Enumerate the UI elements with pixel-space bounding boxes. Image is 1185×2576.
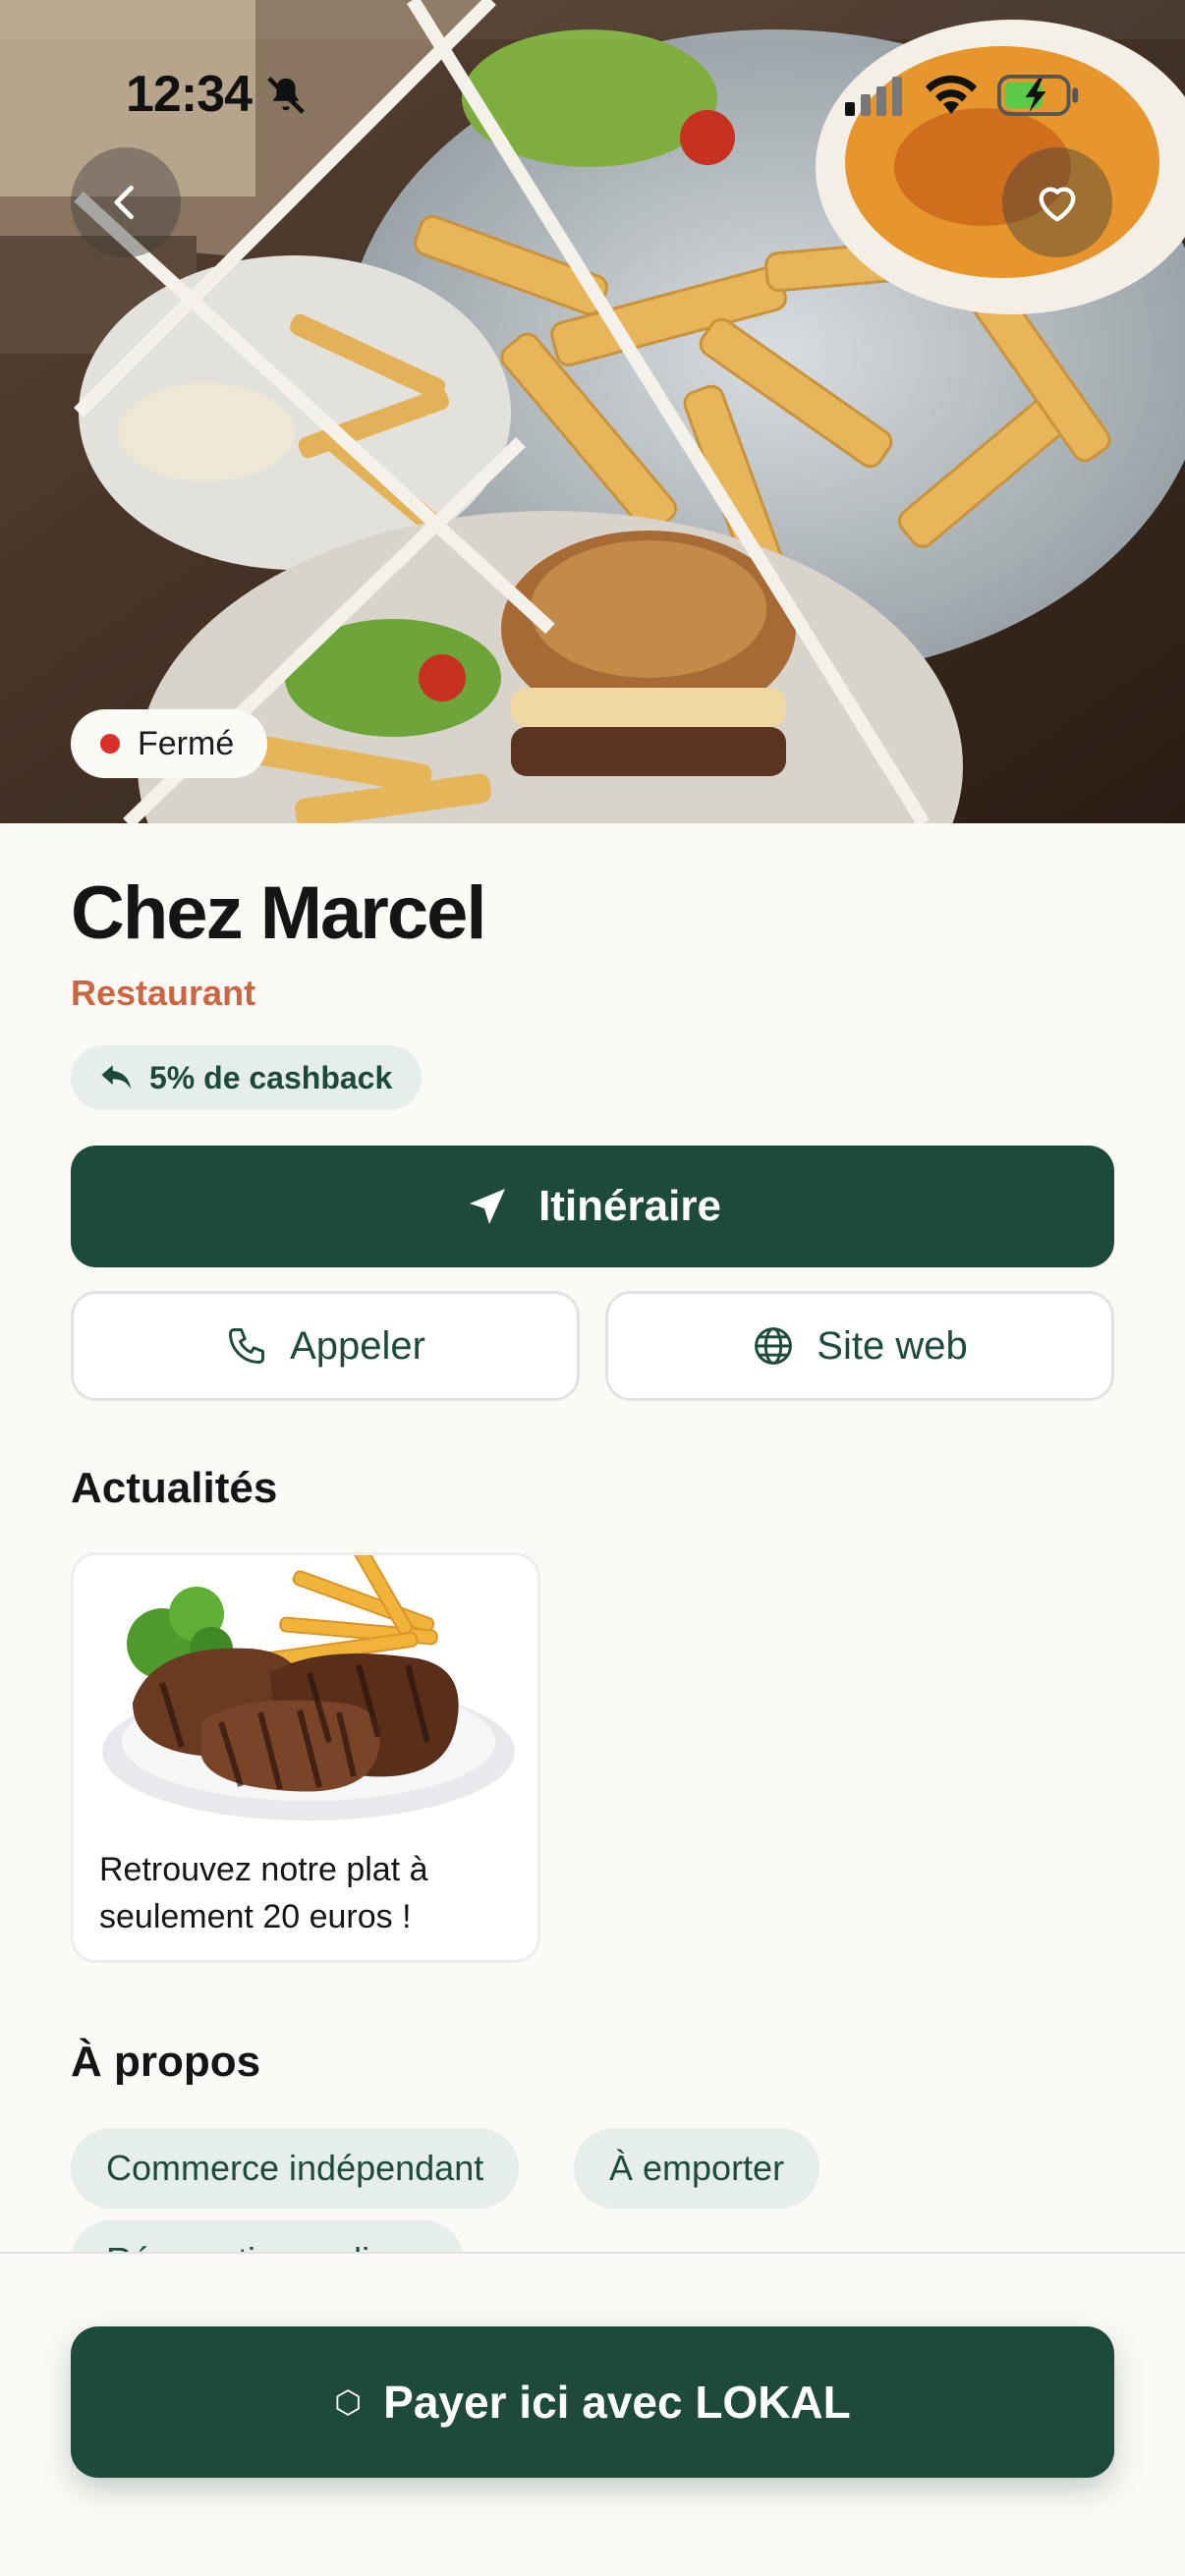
pay-label: Payer ici avec LOKAL xyxy=(383,2377,851,2428)
open-status-badge: Fermé xyxy=(71,709,268,778)
place-category: Restaurant xyxy=(71,973,256,1013)
directions-label: Itinéraire xyxy=(538,1182,721,1230)
pay-button[interactable]: ⬡ Payer ici avec LOKAL xyxy=(71,2326,1114,2478)
directions-button[interactable]: Itinéraire xyxy=(71,1146,1114,1267)
bell-slash-icon xyxy=(267,77,305,114)
about-section-title: À propos xyxy=(71,2038,261,2086)
news-card[interactable]: Retrouvez notre plat à seulement 20 euro… xyxy=(71,1552,540,1963)
signal-icon xyxy=(845,77,902,116)
globe-icon xyxy=(755,1327,793,1365)
reply-arrow-icon xyxy=(101,1065,132,1090)
status-time: 12:34 xyxy=(126,66,253,123)
news-item-text: Retrouvez notre plat à seulement 20 euro… xyxy=(99,1851,428,1935)
screen: 12:34 Fermé Chez Marcel Restaurant 5% de… xyxy=(0,0,1185,2576)
back-button[interactable] xyxy=(71,147,181,257)
tag-independent-business: Commerce indépendant xyxy=(71,2128,520,2209)
lokal-logo-icon: ⬡ xyxy=(334,2384,363,2420)
heart-icon xyxy=(1039,187,1076,222)
status-bar: 12:34 xyxy=(0,0,1185,196)
tag-takeaway: À emporter xyxy=(574,2128,820,2209)
phone-icon xyxy=(229,1328,265,1364)
cashback-badge: 5% de cashback xyxy=(71,1045,423,1110)
chevron-left-icon xyxy=(114,185,134,220)
hero-image: 12:34 Fermé xyxy=(0,0,1185,823)
closed-dot xyxy=(100,734,120,754)
place-name: Chez Marcel xyxy=(71,871,486,955)
website-label: Site web xyxy=(817,1323,968,1368)
bottom-action-bar: ⬡ Payer ici avec LOKAL xyxy=(0,2252,1185,2576)
call-label: Appeler xyxy=(290,1323,425,1368)
news-section-title: Actualités xyxy=(71,1464,278,1512)
steak-fries-image xyxy=(93,1555,524,1826)
open-status-label: Fermé xyxy=(138,724,235,762)
wifi-icon xyxy=(926,75,977,114)
cashback-label: 5% de cashback xyxy=(149,1059,393,1095)
navigation-arrow-icon xyxy=(470,1189,506,1224)
call-button[interactable]: Appeler xyxy=(71,1291,580,1401)
battery-charging-icon xyxy=(997,75,1079,116)
website-button[interactable]: Site web xyxy=(605,1291,1114,1401)
favorite-button[interactable] xyxy=(1002,147,1112,257)
